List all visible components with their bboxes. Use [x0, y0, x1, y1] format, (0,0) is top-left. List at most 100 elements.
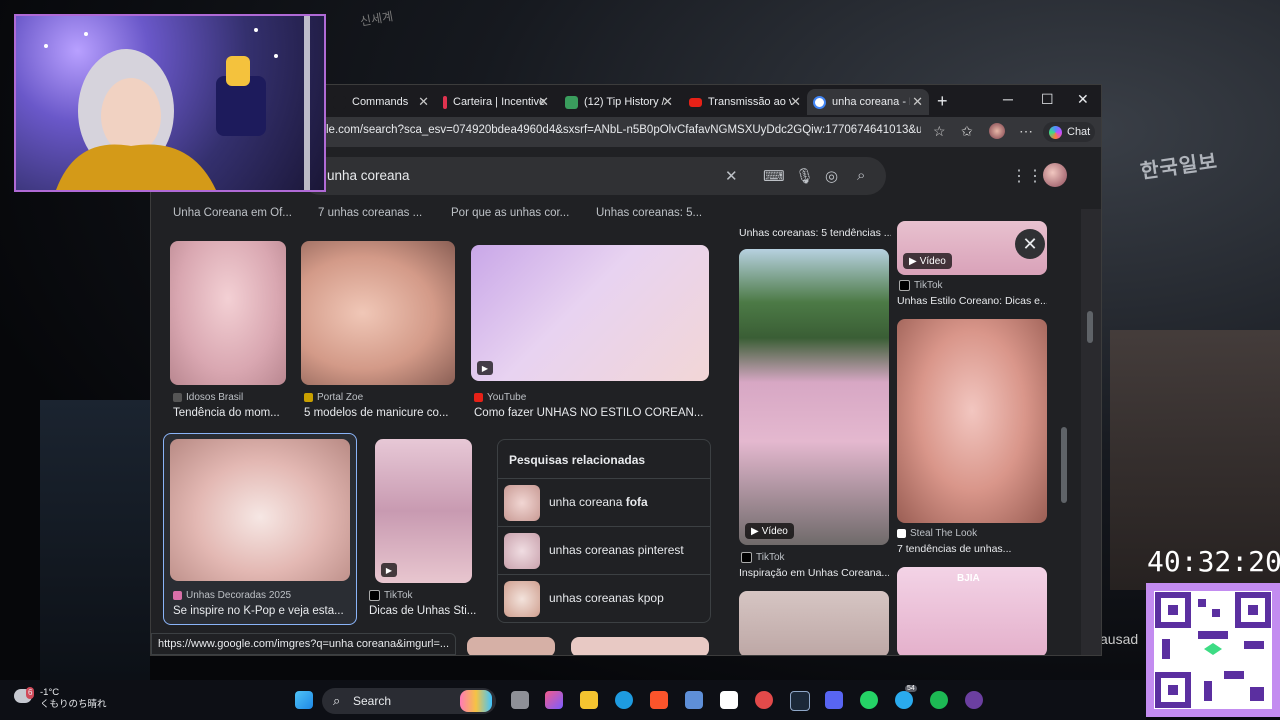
minimize-icon[interactable]: ─: [1003, 91, 1013, 107]
microphone-icon[interactable]: 🎙: [795, 167, 814, 185]
panel-image-peek[interactable]: [739, 591, 889, 655]
tab-close-icon[interactable]: ✕: [662, 94, 673, 110]
result-title[interactable]: 5 modelos de manicure co...: [304, 407, 464, 419]
keyboard-icon[interactable]: ⌨: [763, 167, 785, 185]
panel-title[interactable]: Unhas Estilo Coreano: Dicas e...: [897, 295, 1047, 307]
panel-top-left-title[interactable]: Unhas coreanas: 5 tendências ...: [739, 227, 891, 239]
related-item-pinterest[interactable]: unhas coreanas pinterest: [498, 526, 710, 575]
close-preview-button[interactable]: ✕: [1015, 229, 1045, 259]
search-box[interactable]: unha coreana ✕ ⌨ 🎙 ◎ ⌕: [301, 157, 886, 195]
qr-pattern: [1155, 592, 1271, 708]
related-thumb: [504, 581, 540, 617]
result-image-1[interactable]: [170, 241, 286, 385]
related-item-fofa[interactable]: unha coreana fofa: [498, 478, 710, 527]
tab-carteira[interactable]: Carteira | Incentive ✕: [437, 89, 555, 115]
discord-icon[interactable]: [825, 691, 843, 709]
streamer-figure: [44, 16, 310, 190]
spotify-icon[interactable]: [930, 691, 948, 709]
google-images-page: unha coreana ✕ ⌨ 🎙 ◎ ⌕ ⋮⋮⋮ Unha Coreana …: [151, 147, 1101, 655]
webcam-overlay: [14, 14, 326, 192]
tab-close-icon[interactable]: ✕: [418, 94, 429, 110]
telegram-icon[interactable]: 54: [895, 685, 917, 709]
result-image-5[interactable]: ▶: [375, 439, 472, 583]
result-title[interactable]: Se inspire no K-Pop e veja esta...: [173, 605, 349, 617]
panel-title[interactable]: Inspiração em Unhas Coreana...: [739, 567, 889, 579]
tab-label: unha coreana - Pe: [832, 96, 910, 108]
panel-source: Steal The Look: [897, 528, 977, 539]
chip[interactable]: Unha Coreana em Of...: [173, 207, 292, 219]
play-icon: ▶: [477, 361, 493, 375]
result-source: TikTok: [369, 590, 413, 601]
telegram-badge: 54: [905, 685, 917, 692]
result-title[interactable]: Como fazer UNHAS NO ESTILO COREAN...: [474, 407, 710, 419]
source-favicon-icon: [304, 393, 313, 402]
new-tab-button[interactable]: +: [937, 91, 948, 112]
tab-unha-coreana[interactable]: unha coreana - Pe ✕: [807, 89, 929, 115]
tab-commands[interactable]: Commands ✕: [327, 89, 435, 115]
whatsapp-icon[interactable]: [860, 691, 878, 709]
tab-tip-history[interactable]: (12) Tip History / S ✕: [559, 89, 679, 115]
copilot-app-icon[interactable]: [545, 691, 563, 709]
result-title[interactable]: Dicas de Unhas Sti...: [369, 605, 481, 617]
result-title[interactable]: Tendência do mom...: [173, 407, 293, 419]
chip[interactable]: Por que as unhas cor...: [451, 207, 569, 219]
copilot-chat-button[interactable]: Chat: [1043, 122, 1095, 142]
result-image-2[interactable]: [301, 241, 455, 385]
photos-icon[interactable]: [685, 691, 703, 709]
result-image-peek[interactable]: [467, 637, 555, 655]
clear-search-icon[interactable]: ✕: [725, 167, 738, 185]
panel-scrollbar-thumb[interactable]: [1061, 427, 1067, 503]
search-query[interactable]: unha coreana: [327, 168, 410, 183]
taskbar-search[interactable]: ⌕ Search: [322, 688, 496, 714]
tab-close-icon[interactable]: ✕: [912, 94, 923, 110]
related-label: unha coreana fofa: [549, 495, 648, 509]
edge-icon[interactable]: [615, 691, 633, 709]
file-explorer-icon[interactable]: [580, 691, 598, 709]
panel-main-image[interactable]: ▶ Vídeo: [739, 249, 889, 545]
weather-widget[interactable]: 6 -1°C くもりのち晴れ: [14, 687, 107, 711]
obs-icon[interactable]: [755, 691, 773, 709]
related-title: Pesquisas relacionadas: [509, 453, 646, 467]
page-scrollbar[interactable]: [1081, 209, 1101, 655]
search-icon: ⌕: [333, 693, 341, 708]
maximize-icon[interactable]: ☐: [1041, 91, 1054, 108]
favorite-star-icon[interactable]: ☆: [933, 123, 946, 140]
panel-source: TikTok: [899, 280, 943, 291]
app-purple-icon[interactable]: [965, 691, 983, 709]
video-badge: ▶ Vídeo: [745, 523, 794, 539]
more-options-icon[interactable]: ⋯: [1019, 123, 1033, 140]
background-building-left: [40, 400, 150, 680]
app-icon[interactable]: [720, 691, 738, 709]
close-window-icon[interactable]: ✕: [1077, 91, 1089, 108]
favorites-icon[interactable]: ✩: [961, 123, 973, 140]
panel-image-peek[interactable]: BJIA: [897, 567, 1047, 655]
related-label: unhas coreanas kpop: [549, 591, 664, 605]
result-image-4[interactable]: [170, 439, 350, 581]
tiktok-icon: [899, 280, 910, 291]
result-image-3[interactable]: ▶: [471, 245, 709, 381]
steam-icon[interactable]: [790, 691, 810, 711]
lens-icon[interactable]: ◎: [825, 167, 838, 185]
search-icon[interactable]: ⌕: [857, 167, 865, 184]
url-field[interactable]: le.com/search?sca_esv=074920bdea4960d4&s…: [326, 124, 921, 136]
brave-icon[interactable]: [650, 691, 668, 709]
profile-avatar-icon[interactable]: [989, 123, 1005, 139]
tab-close-icon[interactable]: ✕: [790, 94, 801, 110]
youtube-favicon-icon: [689, 97, 702, 107]
result-image-peek[interactable]: [571, 637, 709, 655]
chip[interactable]: 7 unhas coreanas ...: [318, 207, 422, 219]
status-url: https://www.google.com/imgres?q=unha cor…: [151, 633, 457, 655]
related-item-kpop[interactable]: unhas coreanas kpop: [498, 574, 710, 623]
panel-title[interactable]: 7 tendências de unhas...: [897, 543, 1047, 555]
account-avatar[interactable]: [1043, 163, 1067, 187]
tab-label: (12) Tip History / S: [584, 96, 664, 108]
tab-close-icon[interactable]: ✕: [538, 94, 549, 110]
scrollbar-thumb[interactable]: [1087, 311, 1093, 343]
panel-right-image[interactable]: [897, 319, 1047, 523]
start-button[interactable]: [295, 691, 313, 709]
task-view-icon[interactable]: [511, 691, 529, 709]
tab-transmissao[interactable]: Transmissão ao viv ✕: [683, 89, 807, 115]
tab-label: Carteira | Incentive: [453, 96, 546, 108]
chip[interactable]: Unhas coreanas: 5...: [596, 207, 702, 219]
result-source: Idosos Brasil: [173, 392, 243, 403]
